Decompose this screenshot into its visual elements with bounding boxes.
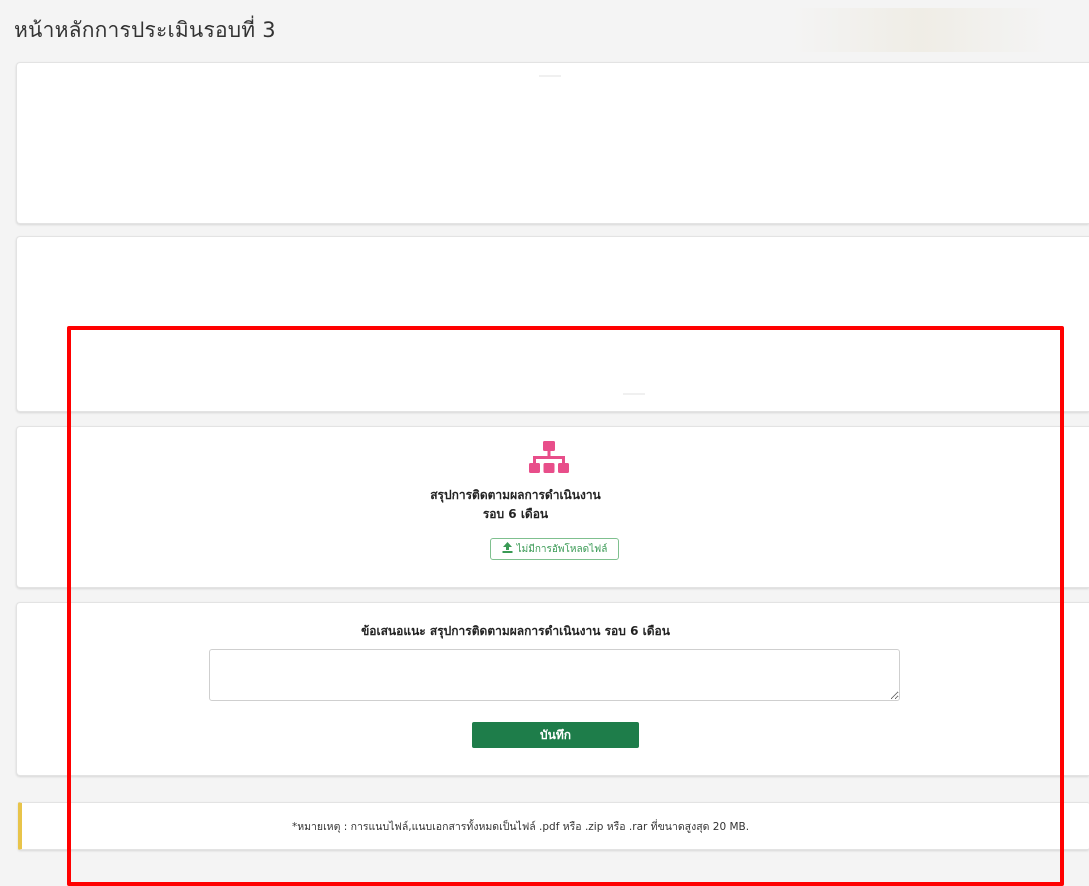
save-button[interactable]: บันทึก [472, 722, 639, 748]
upload-status-button[interactable]: ไม่มีการอัพโหลดไฟล์ [490, 538, 619, 560]
note-text: *หมายเหตุ : การแนบไฟล์,แนบเอกสารทั้งหมดเ… [291, 820, 750, 833]
suggestion-card: ข้อเสนอแนะ สรุปการติดตามผลการดำเนินงาน ร… [16, 602, 1089, 776]
upload-status-label: ไม่มีการอัพโหลดไฟล์ [516, 543, 608, 555]
suggestion-title: ข้อเสนอแนะ สรุปการติดตามผลการดำเนินงาน ร… [361, 624, 670, 638]
summary-card: สรุปการติดตามผลการดำเนินงาน รอบ 6 เดือน … [16, 426, 1089, 588]
suggestion-textarea[interactable] [209, 649, 900, 701]
header-faded-area [790, 8, 1050, 52]
summary-subtitle: รอบ 6 เดือน [482, 507, 549, 521]
page-title: หน้าหลักการประเมินรอบที่ 3 [14, 18, 276, 42]
summary-title: สรุปการติดตามผลการดำเนินงาน [430, 488, 601, 502]
faint-mark [539, 75, 561, 77]
empty-card-1 [16, 62, 1089, 224]
faint-mark [623, 393, 645, 395]
sitemap-icon [528, 440, 570, 482]
upload-icon [502, 542, 513, 556]
note-card: *หมายเหตุ : การแนบไฟล์,แนบเอกสารทั้งหมดเ… [18, 802, 1089, 850]
empty-card-2 [16, 236, 1089, 412]
